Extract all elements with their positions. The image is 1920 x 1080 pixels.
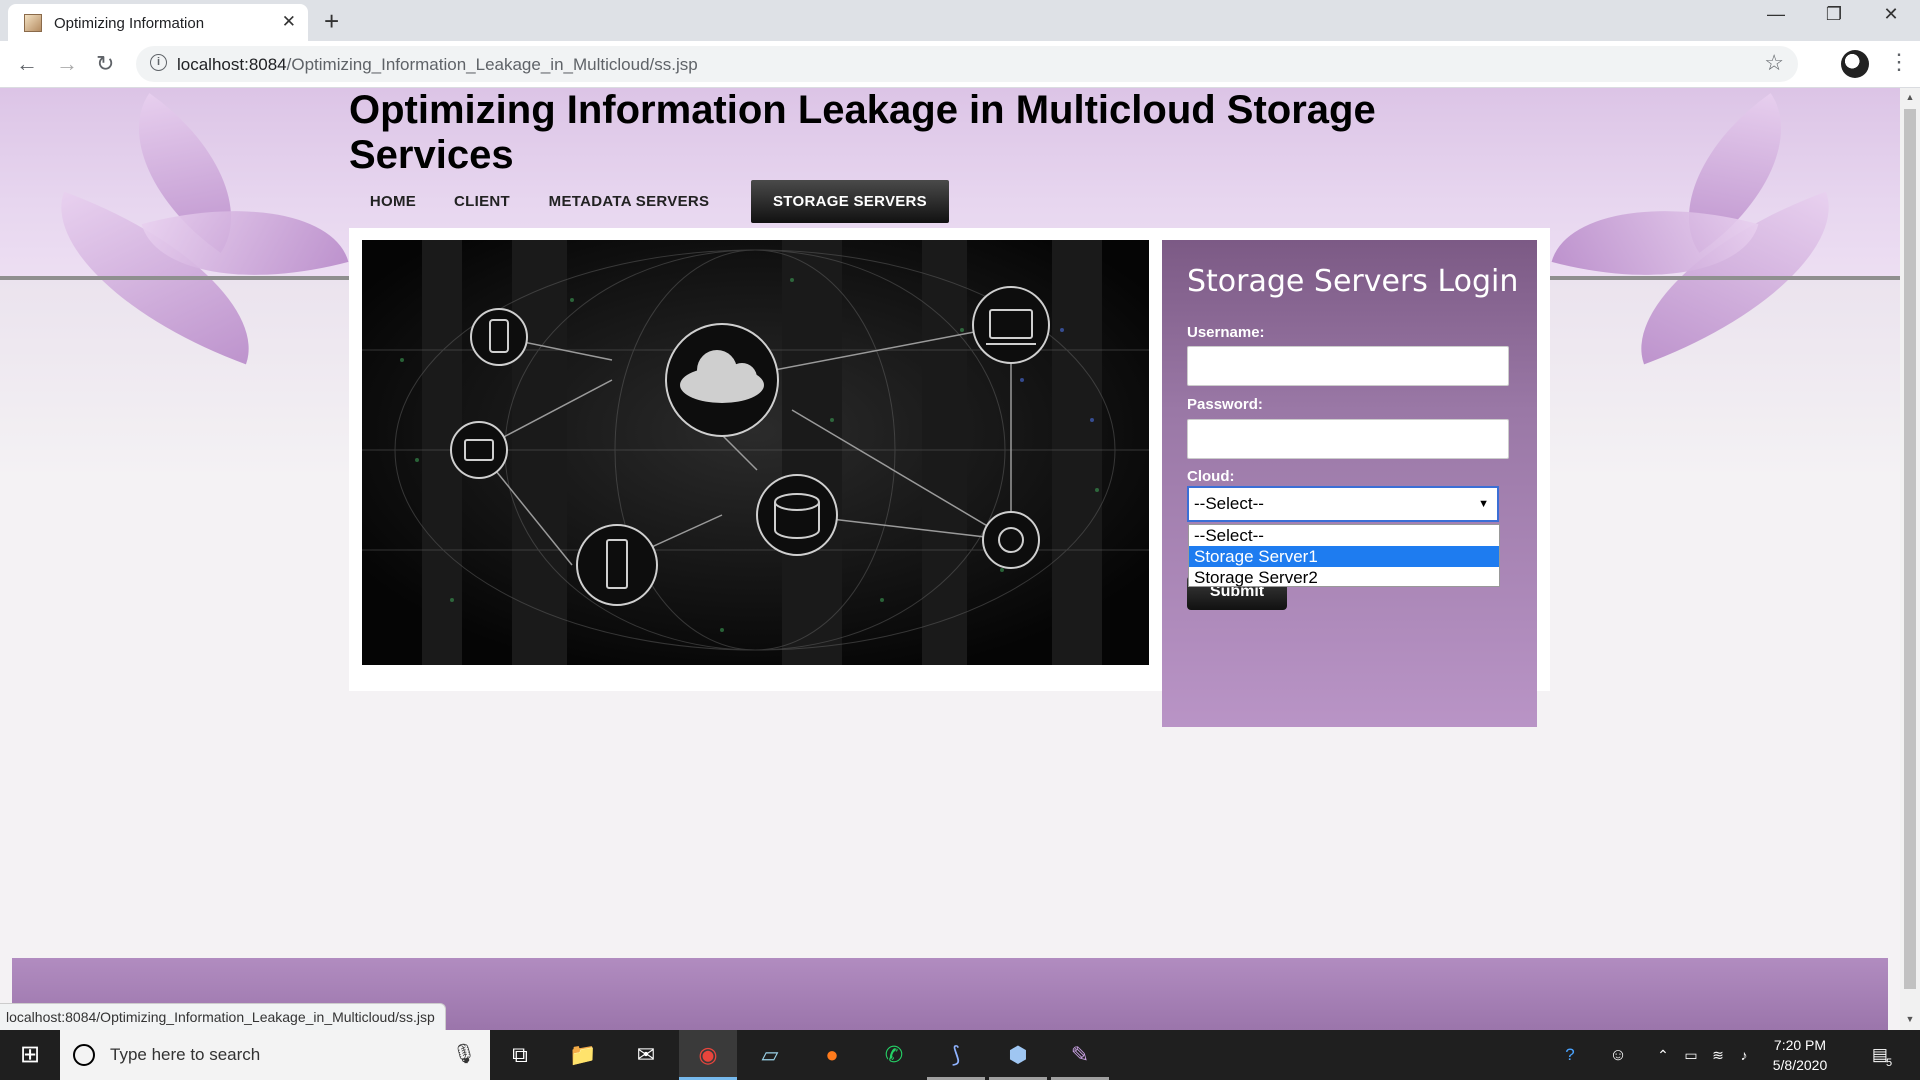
tab-title: Optimizing Information bbox=[54, 15, 205, 32]
taskbar-search[interactable]: Type here to search 🎙 bbox=[60, 1030, 490, 1080]
browser-menu-icon[interactable]: ⋮ bbox=[1888, 49, 1910, 75]
volume-icon[interactable]: ♪ bbox=[1731, 1030, 1757, 1080]
nav-client[interactable]: CLIENT bbox=[442, 180, 522, 223]
link-status-bar: localhost:8084/Optimizing_Information_Le… bbox=[0, 1003, 446, 1030]
windows-taskbar: ⊞ Type here to search 🎙 ⧉ 📁 ✉ ◉ ▱ ● ✆ ⟆ … bbox=[0, 1030, 1920, 1080]
window-close-icon[interactable]: ✕ bbox=[1871, 4, 1911, 25]
cortana-icon bbox=[73, 1044, 95, 1066]
site-info-icon[interactable]: i bbox=[150, 54, 167, 71]
forward-arrow-icon[interactable]: → bbox=[56, 51, 78, 77]
site-favicon-icon bbox=[24, 14, 42, 32]
people-icon[interactable]: ☺ bbox=[1600, 1030, 1636, 1080]
tray-chevron-icon[interactable]: ⌃ bbox=[1650, 1030, 1676, 1080]
password-field[interactable] bbox=[1187, 419, 1509, 459]
paint-icon[interactable]: ✎ bbox=[1051, 1030, 1109, 1080]
windows-start-icon[interactable]: ⊞ bbox=[0, 1030, 60, 1080]
cloud-select-value: --Select-- bbox=[1194, 494, 1264, 513]
scroll-up-icon[interactable]: ▲ bbox=[1900, 92, 1920, 102]
microphone-icon[interactable]: 🎙 bbox=[452, 1042, 476, 1066]
profile-avatar[interactable] bbox=[1841, 50, 1869, 78]
browser-toolbar: ← → ↻ i localhost:8084/Optimizing_Inform… bbox=[0, 41, 1920, 88]
nav-home[interactable]: HOME bbox=[349, 180, 437, 223]
new-tab-button[interactable]: + bbox=[324, 6, 339, 37]
cloud-network-illustration bbox=[362, 240, 1149, 665]
cloud-option[interactable]: Storage Server1 bbox=[1189, 546, 1499, 567]
chrome-icon[interactable]: ◉ bbox=[679, 1030, 737, 1080]
scroll-thumb[interactable] bbox=[1904, 109, 1916, 989]
address-url: localhost:8084/Optimizing_Information_Le… bbox=[177, 55, 698, 74]
cloud-option[interactable]: Storage Server2 bbox=[1189, 567, 1499, 588]
cube-app-icon[interactable]: ⬢ bbox=[989, 1030, 1047, 1080]
wifi-icon[interactable]: ≋ bbox=[1705, 1030, 1731, 1080]
username-field[interactable] bbox=[1187, 346, 1509, 386]
scroll-down-icon[interactable]: ▼ bbox=[1900, 1014, 1920, 1024]
cloud-network-image bbox=[362, 240, 1149, 665]
minimize-icon[interactable]: — bbox=[1756, 4, 1796, 25]
nav-storage-servers[interactable]: STORAGE SERVERS bbox=[751, 180, 949, 223]
page-viewport: Optimizing Information Leakage in Multic… bbox=[0, 88, 1900, 1030]
browser-tab-bar: Optimizing Information ✕ + — ❐ ✕ bbox=[0, 0, 1920, 41]
address-bar[interactable]: i localhost:8084/Optimizing_Information_… bbox=[136, 46, 1798, 82]
search-placeholder: Type here to search bbox=[110, 1045, 261, 1064]
whatsapp-icon[interactable]: ✆ bbox=[865, 1030, 923, 1080]
browser-tab[interactable]: Optimizing Information ✕ bbox=[8, 4, 308, 41]
cloud-options-list: --Select-- Storage Server1 Storage Serve… bbox=[1188, 524, 1500, 587]
notepad-icon[interactable]: ▱ bbox=[741, 1030, 799, 1080]
battery-icon[interactable]: ▭ bbox=[1678, 1030, 1704, 1080]
taskbar-clock[interactable]: 7:20 PM 5/8/2020 bbox=[1760, 1035, 1840, 1075]
cloud-select[interactable]: --Select-- ▼ bbox=[1187, 486, 1499, 522]
password-label: Password: bbox=[1187, 396, 1263, 413]
page-title: Optimizing Information Leakage in Multic… bbox=[349, 88, 1376, 177]
action-center-icon[interactable]: ▤5 bbox=[1860, 1030, 1906, 1080]
cloud-option[interactable]: --Select-- bbox=[1189, 525, 1499, 546]
tab-close-icon[interactable]: ✕ bbox=[282, 12, 296, 32]
task-view-icon[interactable]: ⧉ bbox=[491, 1030, 549, 1080]
storage-login-panel: Storage Servers Login Username: Password… bbox=[1162, 240, 1537, 727]
mail-icon[interactable]: ✉ bbox=[617, 1030, 675, 1080]
help-icon[interactable]: ? bbox=[1552, 1030, 1588, 1080]
cloud-label: Cloud: bbox=[1187, 468, 1235, 485]
clock-time: 7:20 PM bbox=[1773, 1037, 1827, 1053]
bookmark-star-icon[interactable]: ☆ bbox=[1764, 50, 1784, 76]
page-scrollbar[interactable]: ▲ ▼ bbox=[1900, 88, 1920, 1030]
file-explorer-icon[interactable]: 📁 bbox=[554, 1030, 612, 1080]
maximize-icon[interactable]: ❐ bbox=[1814, 4, 1854, 25]
reload-icon[interactable]: ↻ bbox=[96, 51, 114, 77]
back-arrow-icon[interactable]: ← bbox=[16, 51, 38, 77]
firefox-icon[interactable]: ● bbox=[803, 1030, 861, 1080]
netbeans-icon[interactable]: ⟆ bbox=[927, 1030, 985, 1080]
dropdown-arrow-icon: ▼ bbox=[1478, 498, 1489, 510]
username-label: Username: bbox=[1187, 324, 1265, 341]
clock-date: 5/8/2020 bbox=[1772, 1057, 1828, 1073]
login-heading: Storage Servers Login bbox=[1187, 264, 1519, 299]
notification-count: 5 bbox=[1885, 1057, 1893, 1069]
nav-metadata-servers[interactable]: METADATA SERVERS bbox=[529, 180, 729, 223]
